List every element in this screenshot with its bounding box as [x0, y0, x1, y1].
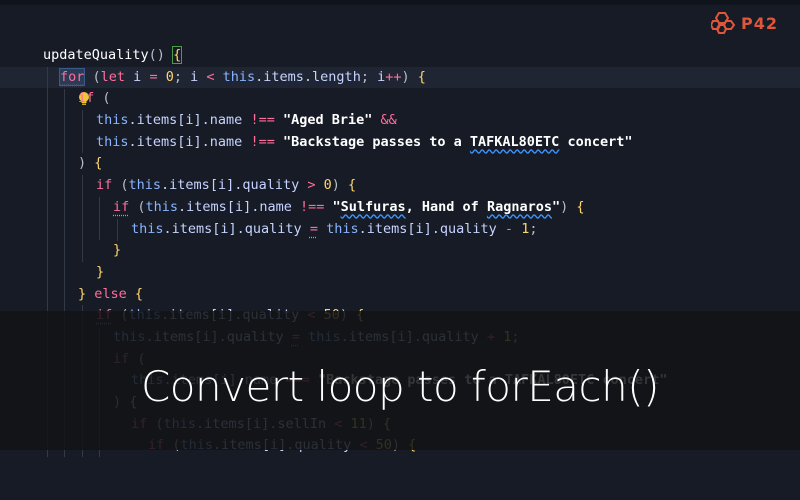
- indent-guide: [82, 175, 83, 262]
- code-line-current[interactable]: for (let i = 0; i < this.items.length; i…: [0, 66, 800, 106]
- code-text: this.items[i].quality = this.items[i].qu…: [131, 220, 538, 237]
- code-text: if (: [78, 90, 111, 107]
- code-text: }: [113, 242, 122, 259]
- code-text: if (this.items[i].name !== "Sulfuras, Ha…: [113, 198, 585, 215]
- logo-text: P42: [741, 13, 778, 33]
- code-text: for (let i = 0; i < this.items.length; i…: [58, 67, 426, 86]
- code-line[interactable]: if (this.items[i].name !== "Sulfuras, Ha…: [0, 197, 800, 219]
- code-line[interactable]: if (: [0, 88, 800, 110]
- indent-guide: [117, 219, 118, 241]
- code-text: this.items[i].name !== "Aged Brie" &&: [96, 112, 397, 129]
- indent-guide: [82, 110, 83, 153]
- window-top-strip: [0, 0, 800, 5]
- code-text: this.items[i].name !== "Backstage passes…: [96, 133, 633, 150]
- code-line[interactable]: ) {: [0, 153, 800, 175]
- code-line[interactable]: this.items[i].name !== "Aged Brie" &&: [0, 110, 800, 132]
- code-text: updateQuality() {: [43, 46, 183, 64]
- code-line[interactable]: }: [0, 240, 800, 262]
- code-text: ) {: [78, 155, 103, 172]
- caption-title: Convert loop to forEach(): [140, 362, 660, 411]
- code-line[interactable]: } else {: [0, 284, 800, 306]
- code-line[interactable]: this.items[i].name !== "Backstage passes…: [0, 132, 800, 154]
- code-line[interactable]: this.items[i].quality = this.items[i].qu…: [0, 219, 800, 241]
- code-line[interactable]: updateQuality() {: [0, 45, 800, 67]
- code-line[interactable]: if (this.items[i].quality > 0) {: [0, 175, 800, 197]
- code-text: }: [96, 263, 105, 280]
- code-text: } else {: [78, 285, 144, 302]
- indent-guide: [99, 197, 100, 240]
- p42-logo-icon: [711, 12, 736, 34]
- code-line[interactable]: }: [0, 262, 800, 284]
- code-text: if (this.items[i].quality > 0) {: [96, 177, 357, 194]
- lightbulb-icon[interactable]: [28, 70, 89, 106]
- p42-logo: P42: [711, 11, 795, 35]
